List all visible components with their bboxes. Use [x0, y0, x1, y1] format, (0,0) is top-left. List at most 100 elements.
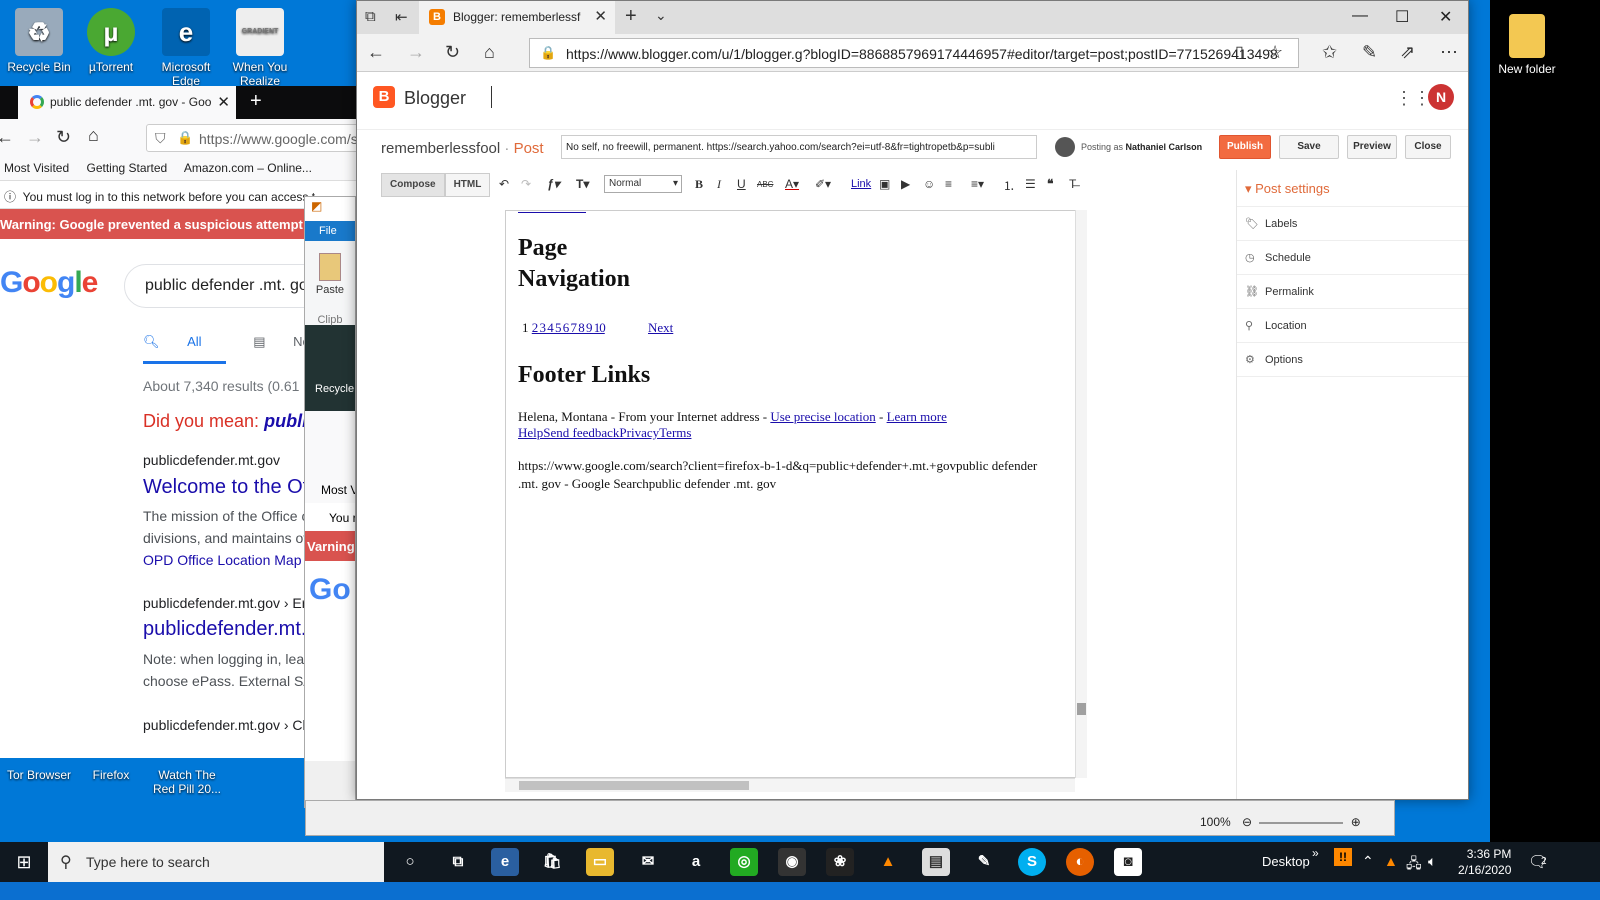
result-sitelink[interactable]: OPD Office Location Map: [143, 549, 309, 571]
editor-vertical-scroll-thumb[interactable]: [1077, 703, 1086, 715]
sidebar-item-permalink[interactable]: ⛓ Permalink: [1237, 275, 1468, 309]
forward-icon[interactable]: →: [26, 127, 44, 148]
edge-tab-blogger[interactable]: B Blogger: rememberlessf ✕: [419, 1, 615, 34]
compose-mode-button[interactable]: Compose: [381, 173, 445, 197]
publish-button[interactable]: Publish: [1219, 135, 1271, 159]
redo-icon[interactable]: ↷: [521, 177, 531, 191]
jump-break-icon[interactable]: ≡: [945, 177, 952, 191]
sidebar-item-options[interactable]: ⚙ Options: [1237, 343, 1468, 377]
pen-icon[interactable]: ✎: [1362, 42, 1377, 63]
sidebar-item-labels[interactable]: 🏷︎ Labels: [1237, 207, 1468, 241]
chevron-right-icon[interactable]: »: [1312, 846, 1319, 860]
text-color-icon[interactable]: A▾: [785, 177, 799, 191]
favorite-star-icon[interactable]: ☆: [1267, 42, 1283, 63]
pager-next[interactable]: Next: [648, 320, 673, 335]
amazon-icon[interactable]: a: [682, 848, 710, 876]
paste-button[interactable]: Paste Clipb: [305, 241, 355, 326]
new-tab-icon[interactable]: +: [250, 90, 262, 113]
vlc-tray-icon[interactable]: ▲: [1384, 853, 1398, 869]
clear-formatting-icon[interactable]: T̶: [1069, 177, 1076, 191]
quote-icon[interactable]: ❝: [1047, 177, 1053, 191]
close-window-icon[interactable]: ✕: [1439, 7, 1452, 27]
file-explorer-icon[interactable]: ▭: [586, 848, 614, 876]
use-precise-location-link[interactable]: Use precise location: [770, 409, 875, 424]
result-title[interactable]: Welcome to the Of: [143, 476, 308, 499]
home-icon[interactable]: ⌂: [484, 42, 495, 63]
task-view-icon[interactable]: ⧉: [444, 848, 472, 876]
bookmark-most-visited[interactable]: Most Visited: [4, 161, 69, 175]
maximize-icon[interactable]: ☐: [1395, 7, 1409, 27]
paint-icon[interactable]: ✎: [970, 848, 998, 876]
video-icon[interactable]: ▶: [901, 177, 910, 191]
store-icon[interactable]: 🛍︎: [538, 848, 566, 876]
desktop-icon-red-pill[interactable]: Watch The Red Pill 20...: [147, 760, 227, 796]
clock[interactable]: 3:36 PM 2/16/2020: [1458, 846, 1511, 878]
tab-actions-icon[interactable]: ⧉: [365, 8, 376, 25]
reload-icon[interactable]: ↻: [56, 127, 71, 148]
desktop-icon-utorrent[interactable]: µ µTorrent: [72, 2, 150, 74]
image-icon[interactable]: ▣: [879, 177, 890, 191]
media-app-icon[interactable]: ◉: [778, 848, 806, 876]
highlight-icon[interactable]: ✐▾: [815, 177, 831, 191]
back-icon[interactable]: ←: [0, 127, 14, 148]
font-size-icon[interactable]: T▾: [576, 177, 589, 191]
minimize-icon[interactable]: —: [1352, 7, 1368, 25]
network-icon[interactable]: 🖧︎: [1406, 853, 1422, 877]
desktop-toolbar-label[interactable]: Desktop: [1262, 854, 1310, 869]
blog-name[interactable]: rememberlessfool: [381, 140, 500, 157]
underline-icon[interactable]: U: [737, 177, 746, 191]
blogger-app-name[interactable]: Blogger: [404, 88, 466, 109]
camera-icon[interactable]: ◙: [1114, 848, 1142, 876]
numbered-list-icon[interactable]: ⒈: [1003, 177, 1015, 194]
close-button[interactable]: Close: [1405, 135, 1451, 159]
editor-vertical-scrollbar[interactable]: [1075, 210, 1087, 778]
sidebar-item-schedule[interactable]: ◷ Schedule: [1237, 241, 1468, 275]
tripadvisor-icon[interactable]: ◎: [730, 848, 758, 876]
new-tab-icon[interactable]: +: [625, 5, 637, 28]
mail-icon[interactable]: ✉: [634, 848, 662, 876]
desktop-icon-edge[interactable]: e Microsoft Edge: [147, 2, 225, 86]
vlc-icon[interactable]: ▲: [874, 848, 902, 876]
desktop-icon-new-folder[interactable]: New folder: [1487, 8, 1567, 76]
footer-links[interactable]: HelpSend feedbackPrivacyTerms: [518, 424, 691, 441]
home-icon[interactable]: ⌂: [88, 125, 99, 146]
did-you-mean-link[interactable]: publi: [264, 411, 307, 431]
document-app-icon[interactable]: ▤: [922, 848, 950, 876]
post-title-input[interactable]: No self, no freewill, permanent. https:/…: [561, 135, 1037, 159]
desktop-icon-recycle-bin[interactable]: ♻ Recycle Bin: [0, 2, 78, 74]
favorites-hub-icon[interactable]: ✩: [1322, 42, 1337, 63]
paint-file-tab[interactable]: File: [305, 221, 355, 241]
desktop-icon-gradient[interactable]: GRADIENT When You Realize: [221, 2, 299, 86]
taskbar-search-box[interactable]: ⚲ Type here to search: [48, 842, 384, 882]
volume-icon[interactable]: 🔈︎: [1428, 853, 1436, 870]
cortana-icon[interactable]: ○: [396, 848, 424, 876]
italic-icon[interactable]: I: [717, 177, 721, 192]
undo-icon[interactable]: ↶: [499, 177, 509, 191]
skype-icon[interactable]: S: [1018, 848, 1046, 876]
zoom-in-icon[interactable]: ⊕: [1351, 815, 1361, 829]
edge-taskbar-icon[interactable]: e: [491, 848, 519, 876]
editor-horizontal-scroll-thumb[interactable]: [519, 781, 749, 790]
link-button[interactable]: Link: [851, 178, 871, 190]
blogger-logo-icon[interactable]: B: [373, 86, 395, 108]
forward-icon[interactable]: →: [407, 42, 425, 63]
close-icon[interactable]: ✕: [217, 93, 230, 111]
firefox-url-bar[interactable]: ⛉ 🔒 https://www.google.com/s: [146, 124, 359, 152]
edge-address-bar[interactable]: 🔒 https://www.blogger.com/u/1/blogger.g?…: [529, 38, 1299, 68]
zoom-out-icon[interactable]: ⊖: [1242, 815, 1252, 829]
back-icon[interactable]: ←: [367, 42, 385, 63]
avatar[interactable]: N: [1428, 84, 1454, 110]
emoji-icon[interactable]: ☺: [923, 177, 935, 191]
align-icon[interactable]: ≡▾: [971, 177, 984, 191]
bookmark-amazon[interactable]: Amazon.com – Online...: [184, 161, 312, 175]
zoom-slider[interactable]: [1259, 821, 1344, 824]
reading-view-icon[interactable]: ▯: [1235, 42, 1244, 62]
pager-links[interactable]: 2 3 4 5 6 7 8 9 10: [532, 320, 606, 335]
result-title[interactable]: publicdefender.mt.: [143, 618, 306, 641]
chevron-down-icon[interactable]: ⌄: [655, 7, 667, 24]
learn-more-link[interactable]: Learn more: [887, 409, 947, 424]
desktop-icon-tor[interactable]: Tor Browser: [0, 760, 78, 782]
bookmark-getting-started[interactable]: Getting Started: [86, 161, 167, 175]
desktop-icon-firefox[interactable]: Firefox: [72, 760, 150, 782]
firefox-tab[interactable]: public defender .mt. gov - Goo ✕: [18, 86, 236, 119]
